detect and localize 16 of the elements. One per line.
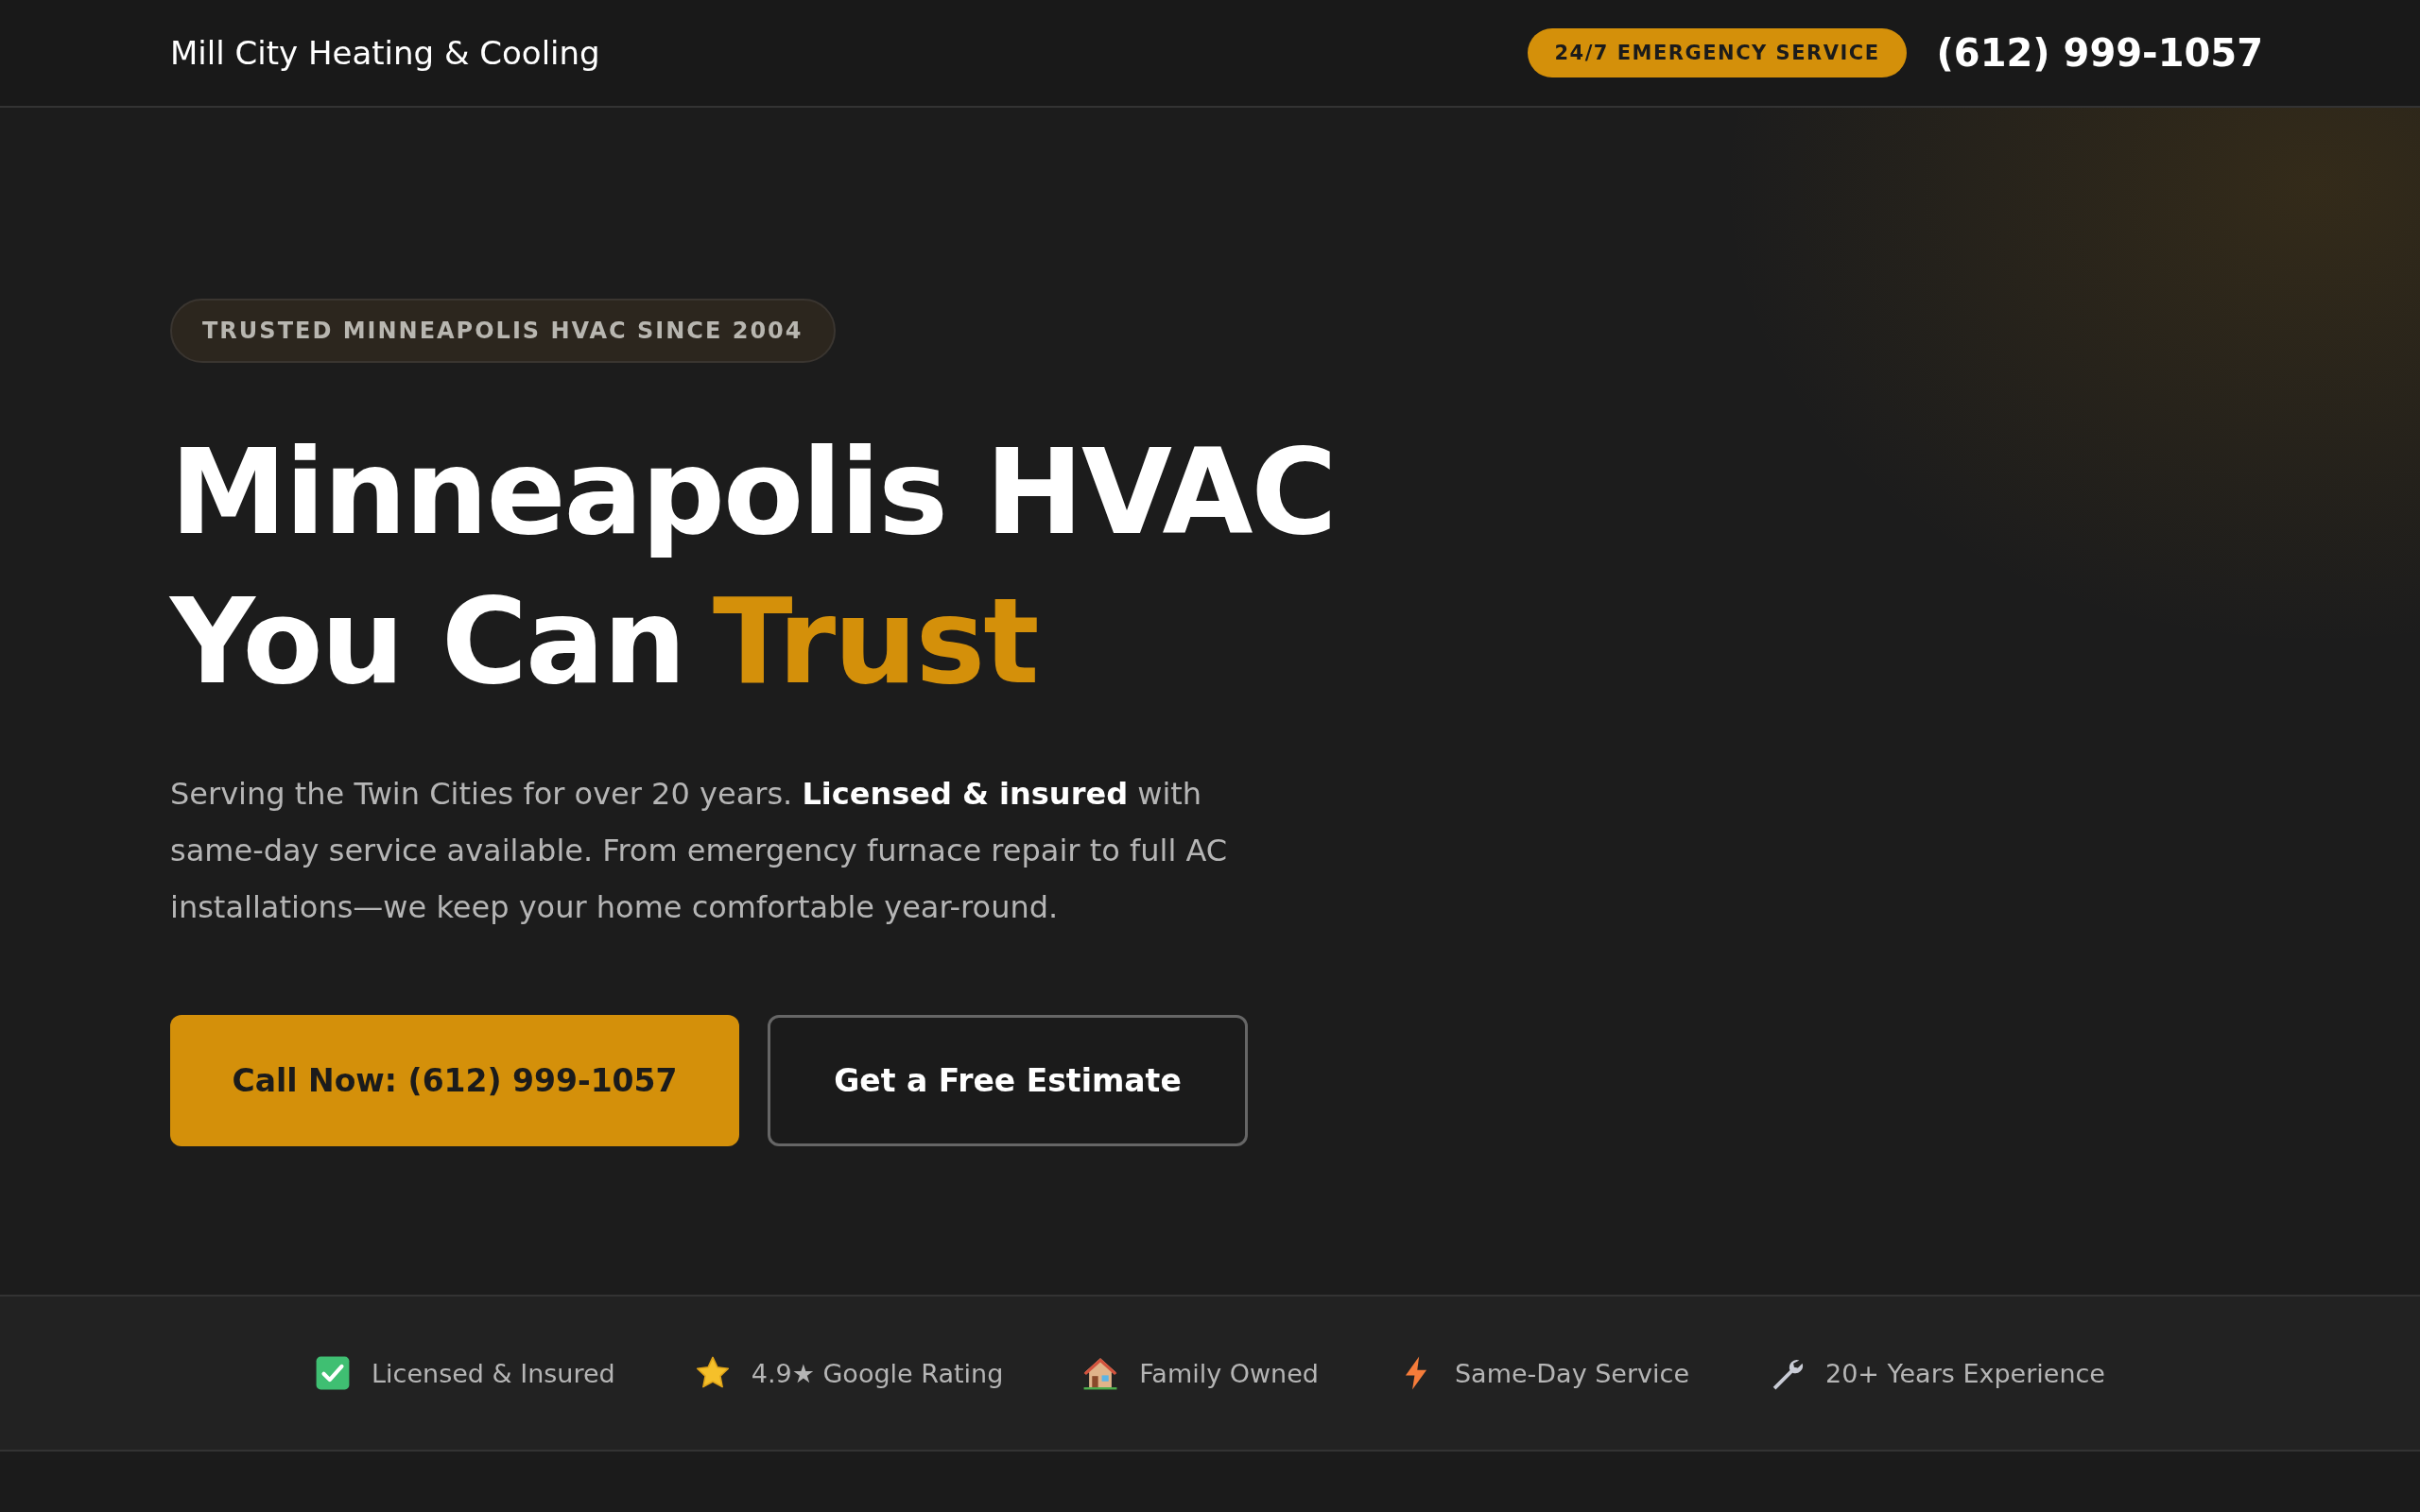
call-button[interactable]: Call Now: (612) 999-1057 — [170, 1015, 739, 1146]
hero-badge: TRUSTED MINNEAPOLIS HVAC SINCE 2004 — [170, 299, 836, 363]
estimate-button[interactable]: Get a Free Estimate — [768, 1015, 1248, 1146]
headline: Minneapolis HVAC — [170, 423, 1336, 562]
emergency-badge: 24/7 EMERGENCY SERVICE — [1528, 28, 1907, 77]
checkmark-icon — [315, 1355, 352, 1391]
hero-description: Serving the Twin Cities for over 20 years. Licensed & insured with same-day service available. From emergency furnace repair to full AC installations—we keep your home comfortable year-round. — [170, 775, 1229, 927]
site-logo[interactable]: Mill City Heating & Cooling — [170, 34, 600, 72]
trust-label: 20+ Years Experience — [1825, 1358, 2105, 1388]
headline-accent: Trust — [713, 573, 1038, 712]
headline: You Can — [170, 573, 684, 712]
trust-label: Licensed & Insured — [372, 1358, 615, 1388]
trust-label: Same-Day Service — [1454, 1358, 1689, 1388]
phone-link[interactable]: (612) 999-1057 — [1936, 31, 2263, 75]
trust-label: 4.9★ Google Rating — [751, 1358, 1004, 1388]
trust-label: Family Owned — [1139, 1358, 1319, 1388]
